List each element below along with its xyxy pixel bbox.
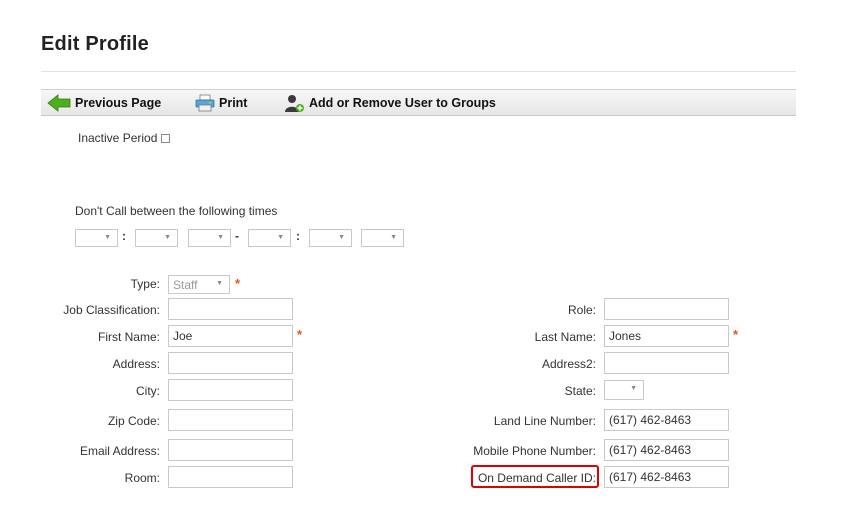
toolbar: Previous Page Print Add or Remove User t… (41, 89, 796, 116)
add-remove-groups-label: Add or Remove User to Groups (309, 95, 496, 110)
email-address-label: Email Address: (79, 444, 160, 458)
chevron-down-icon: ▼ (217, 234, 224, 241)
type-select[interactable]: Staff ▼ (168, 275, 230, 294)
role-input[interactable] (604, 298, 729, 320)
state-label: State: (564, 384, 596, 398)
previous-page-button[interactable]: Previous Page (47, 90, 161, 115)
email-address-input[interactable] (168, 439, 293, 461)
job-classification-input[interactable] (168, 298, 293, 320)
print-label: Print (219, 95, 248, 110)
back-arrow-icon (47, 93, 71, 112)
zip-code-input[interactable] (168, 409, 293, 431)
mobile-phone-number-input[interactable]: (617) 462-8463 (604, 439, 729, 461)
state-select[interactable]: ▼ (604, 380, 644, 400)
type-label: Type: (130, 277, 160, 291)
dont-call-start-hour-select[interactable]: ▼ (75, 229, 118, 247)
time-colon: : (122, 229, 126, 243)
time-colon: : (296, 229, 300, 243)
land-line-number-label: Land Line Number: (493, 414, 596, 428)
job-classification-label: Job Classification: (63, 303, 160, 317)
title-divider (41, 71, 796, 72)
chevron-down-icon: ▼ (338, 234, 345, 241)
dont-call-end-hour-select[interactable]: ▼ (248, 229, 291, 247)
chevron-down-icon: ▼ (390, 234, 397, 241)
required-marker: * (235, 276, 241, 291)
city-input[interactable] (168, 379, 293, 401)
zip-code-label: Zip Code: (107, 414, 160, 428)
on-demand-caller-id-input[interactable]: (617) 462-8463 (604, 466, 729, 488)
dont-call-start-ampm-select[interactable]: ▼ (188, 229, 231, 247)
address-label: Address: (112, 357, 160, 371)
print-button[interactable]: Print (195, 90, 247, 115)
dont-call-end-minute-select[interactable]: ▼ (309, 229, 352, 247)
land-line-number-input[interactable]: (617) 462-8463 (604, 409, 729, 431)
required-marker: * (297, 327, 303, 342)
mobile-phone-number-label: Mobile Phone Number: (473, 444, 596, 458)
dont-call-label: Don't Call between the following times (75, 204, 278, 218)
on-demand-caller-id-label: On Demand Caller ID: (477, 471, 596, 485)
required-marker: * (733, 327, 739, 342)
dont-call-start-minute-select[interactable]: ▼ (135, 229, 178, 247)
chevron-down-icon: ▼ (277, 234, 284, 241)
first-name-label: First Name: (97, 330, 160, 344)
printer-icon (195, 94, 215, 111)
type-select-value: Staff (173, 278, 198, 292)
first-name-input[interactable]: Joe (168, 325, 293, 347)
user-group-icon (285, 94, 304, 112)
address2-input[interactable] (604, 352, 729, 374)
previous-page-label: Previous Page (75, 95, 162, 110)
inactive-period-label: Inactive Period (78, 131, 158, 145)
room-label: Room: (124, 471, 160, 485)
add-remove-groups-button[interactable]: Add or Remove User to Groups (283, 90, 496, 115)
last-name-label: Last Name: (534, 330, 596, 344)
inactive-period-checkbox[interactable] (161, 133, 171, 143)
address-input[interactable] (168, 352, 293, 374)
room-input[interactable] (168, 466, 293, 488)
address2-label: Address2: (541, 357, 596, 371)
page-title: Edit Profile (41, 33, 149, 55)
inactive-period-row: Inactive Period (78, 131, 171, 145)
last-name-input[interactable]: Jones (604, 325, 729, 347)
chevron-down-icon: ▼ (630, 385, 637, 392)
time-dash: - (235, 229, 239, 243)
chevron-down-icon: ▼ (164, 234, 171, 241)
role-label: Role: (567, 303, 596, 317)
dont-call-end-ampm-select[interactable]: ▼ (361, 229, 404, 247)
city-label: City: (136, 384, 160, 398)
chevron-down-icon: ▼ (104, 234, 111, 241)
chevron-down-icon: ▼ (216, 280, 223, 287)
